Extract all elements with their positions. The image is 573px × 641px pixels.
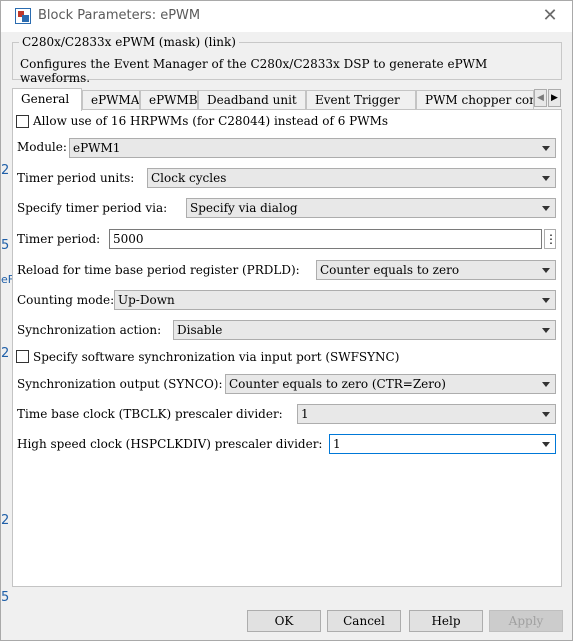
background-fragment: 2 <box>1 346 10 361</box>
hrpwm-label: Allow use of 16 HRPWMs (for C28044) inst… <box>33 114 389 128</box>
counting-mode-value: Up-Down <box>118 293 175 307</box>
module-value: ePWM1 <box>73 141 121 155</box>
counting-mode-label: Counting mode: <box>17 293 115 307</box>
timer-period-label: Timer period: <box>17 232 101 246</box>
tbclk-select[interactable]: 1 <box>297 404 556 424</box>
chevron-down-icon <box>542 412 550 417</box>
tab-general[interactable]: General <box>12 88 82 111</box>
sync-output-label: Synchronization output (SYNCO): <box>17 377 223 391</box>
chevron-down-icon <box>542 298 550 303</box>
sync-output-value: Counter equals to zero (CTR=Zero) <box>229 377 446 391</box>
background-fragment: 5 <box>1 590 10 605</box>
swfsync-checkbox[interactable] <box>16 350 29 363</box>
chevron-down-icon <box>542 442 550 447</box>
swfsync-label: Specify software synchronization via inp… <box>33 350 400 364</box>
title-bar: Block Parameters: ePWM ✕ <box>1 1 572 32</box>
cancel-button[interactable]: Cancel <box>327 610 401 632</box>
chevron-down-icon <box>542 146 550 151</box>
tab-deadband-unit[interactable]: Deadband unit <box>198 90 306 110</box>
tab-epwmb[interactable]: ePWMB <box>140 90 198 110</box>
tbclk-label: Time base clock (TBCLK) prescaler divide… <box>17 407 283 421</box>
more-options-icon[interactable]: ⋮ <box>544 229 557 249</box>
tab-scroll-left-icon[interactable]: ◀ <box>534 89 547 107</box>
sync-action-select[interactable]: Disable <box>173 320 556 340</box>
window-title: Block Parameters: ePWM <box>38 8 201 23</box>
hrpwm-checkbox[interactable] <box>16 115 29 128</box>
reload-select[interactable]: Counter equals to zero <box>316 260 556 280</box>
chevron-down-icon <box>542 176 550 181</box>
tbclk-value: 1 <box>301 407 309 421</box>
tab-strip: General ePWMA ePWMB Deadband unit Event … <box>12 88 562 111</box>
timer-units-select[interactable]: Clock cycles <box>147 168 556 188</box>
timer-units-value: Clock cycles <box>151 171 227 185</box>
specify-via-select[interactable]: Specify via dialog <box>186 198 556 218</box>
module-select[interactable]: ePWM1 <box>69 138 556 158</box>
counting-mode-select[interactable]: Up-Down <box>114 290 556 310</box>
block-parameters-dialog: 2 5 eF 2 2 5 Block Parameters: ePWM ✕ C2… <box>0 0 573 641</box>
module-label: Module: <box>17 140 67 154</box>
tab-scroll-right-icon[interactable]: ▶ <box>548 89 561 107</box>
hspclk-value: 1 <box>333 437 341 451</box>
chevron-down-icon <box>542 268 550 273</box>
specify-via-label: Specify timer period via: <box>17 201 168 215</box>
timer-units-label: Timer period units: <box>17 171 135 185</box>
hspclk-label: High speed clock (HSPCLKDIV) prescaler d… <box>17 437 323 451</box>
specify-via-value: Specify via dialog <box>190 201 298 215</box>
ok-button[interactable]: OK <box>247 610 321 632</box>
sync-action-label: Synchronization action: <box>17 323 162 337</box>
background-fragment: 5 <box>1 238 10 253</box>
apply-button[interactable]: Apply <box>489 610 563 632</box>
reload-value: Counter equals to zero <box>320 263 460 277</box>
simulink-block-icon <box>15 8 31 24</box>
tab-event-trigger[interactable]: Event Trigger <box>306 90 416 110</box>
tab-epwma[interactable]: ePWMA <box>82 90 140 110</box>
chevron-down-icon <box>542 206 550 211</box>
chevron-down-icon <box>542 328 550 333</box>
mask-description-group: C280x/C2833x ePWM (mask) (link) Configur… <box>12 35 562 85</box>
sync-output-select[interactable]: Counter equals to zero (CTR=Zero) <box>225 374 556 394</box>
background-fragment: 2 <box>1 163 10 178</box>
mask-description: Configures the Event Manager of the C280… <box>20 57 488 85</box>
hspclk-select[interactable]: 1 <box>329 434 556 454</box>
reload-label: Reload for time base period register (PR… <box>17 263 300 277</box>
help-button[interactable]: Help <box>409 610 483 632</box>
close-button[interactable]: ✕ <box>537 5 563 27</box>
sync-action-value: Disable <box>177 323 223 337</box>
chevron-down-icon <box>542 382 550 387</box>
tab-pwm-chopper-control[interactable]: PWM chopper control <box>416 90 534 110</box>
mask-legend: C280x/C2833x ePWM (mask) (link) <box>19 35 239 49</box>
timer-period-input[interactable]: 5000 <box>109 229 542 249</box>
background-fragment: 2 <box>1 513 10 528</box>
